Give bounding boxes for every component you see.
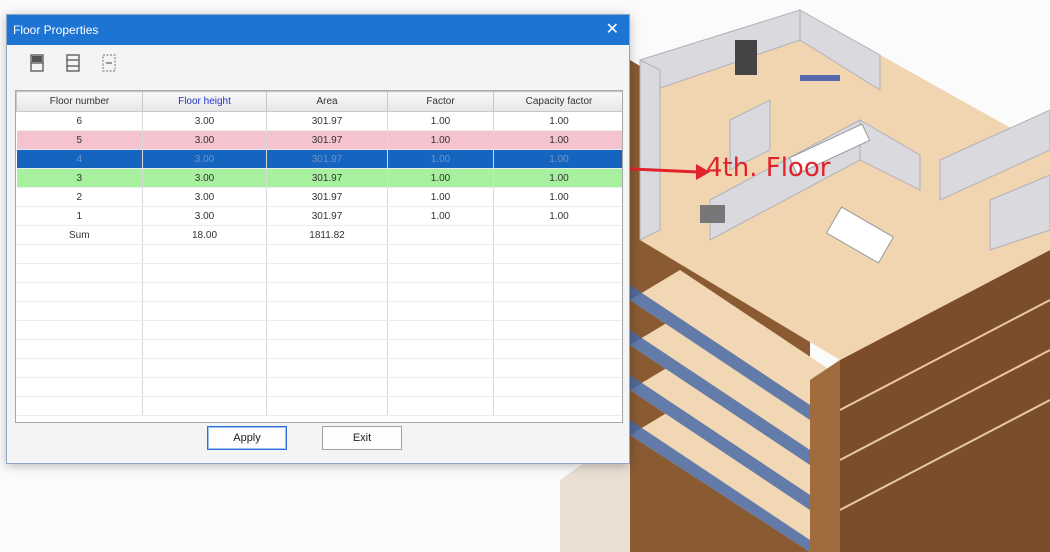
table-row-empty[interactable] <box>16 377 622 397</box>
table-row[interactable]: 3 3.00 301.97 1.00 1.00 <box>16 168 622 188</box>
cell-capacity[interactable]: 1.00 <box>493 168 622 188</box>
cell-floor[interactable]: 1 <box>16 206 143 226</box>
delete-floor-icon[interactable] <box>99 52 119 74</box>
cell-floor[interactable]: 5 <box>16 130 143 150</box>
insert-floor-above-icon[interactable] <box>27 52 47 74</box>
cell-floor[interactable]: 4 <box>16 149 143 169</box>
apply-button[interactable]: Apply <box>207 426 287 450</box>
cell-capacity[interactable]: 1.00 <box>493 149 622 169</box>
cell-area[interactable]: 301.97 <box>266 187 388 207</box>
cell-area[interactable]: 301.97 <box>266 111 388 131</box>
cell-sum-factor <box>387 225 494 245</box>
dialog-toolbar <box>7 45 629 81</box>
cell-capacity[interactable]: 1.00 <box>493 187 622 207</box>
floor-properties-dialog: Floor Properties ✕ Floor number Floor he… <box>6 14 630 464</box>
cell-factor[interactable]: 1.00 <box>387 149 494 169</box>
insert-floor-below-icon[interactable] <box>63 52 83 74</box>
cell-capacity[interactable]: 1.00 <box>493 130 622 150</box>
cell-height[interactable]: 3.00 <box>142 149 267 169</box>
dialog-title: Floor Properties <box>13 23 99 37</box>
table-row[interactable]: 1 3.00 301.97 1.00 1.00 <box>16 206 622 226</box>
cell-factor[interactable]: 1.00 <box>387 111 494 131</box>
cell-factor[interactable]: 1.00 <box>387 187 494 207</box>
cell-factor[interactable]: 1.00 <box>387 168 494 188</box>
column-header-capacity-factor[interactable]: Capacity factor <box>493 91 622 112</box>
cell-sum-area: 1811.82 <box>266 225 388 245</box>
dialog-title-bar: Floor Properties ✕ <box>7 15 629 45</box>
cell-area[interactable]: 301.97 <box>266 149 388 169</box>
column-header-factor[interactable]: Factor <box>387 91 494 112</box>
building-illustration <box>560 9 1050 552</box>
cell-floor[interactable]: 2 <box>16 187 143 207</box>
cell-capacity[interactable]: 1.00 <box>493 111 622 131</box>
column-header-floor-height[interactable]: Floor height <box>142 91 267 112</box>
close-icon[interactable]: ✕ <box>606 22 619 38</box>
cell-height[interactable]: 3.00 <box>142 168 267 188</box>
cell-factor[interactable]: 1.00 <box>387 130 494 150</box>
cell-sum-height: 18.00 <box>142 225 267 245</box>
table-row[interactable]: 6 3.00 301.97 1.00 1.00 <box>16 111 622 131</box>
table-row-empty[interactable] <box>16 301 622 321</box>
table-row-empty[interactable] <box>16 244 622 264</box>
cell-capacity[interactable]: 1.00 <box>493 206 622 226</box>
table-row-selected[interactable]: 4 3.00 301.97 1.00 1.00 <box>16 149 622 169</box>
table-row-sum: Sum 18.00 1811.82 <box>16 225 622 245</box>
floor-annotation-label: 4th. Floor <box>706 153 831 183</box>
table-row-empty[interactable] <box>16 358 622 378</box>
cell-factor[interactable]: 1.00 <box>387 206 494 226</box>
cell-height[interactable]: 3.00 <box>142 130 267 150</box>
column-header-area[interactable]: Area <box>266 91 388 112</box>
table-row-empty[interactable] <box>16 282 622 302</box>
cell-area[interactable]: 301.97 <box>266 130 388 150</box>
cell-height[interactable]: 3.00 <box>142 111 267 131</box>
cell-sum-capacity <box>493 225 622 245</box>
table-row-empty[interactable] <box>16 320 622 340</box>
cell-area[interactable]: 301.97 <box>266 206 388 226</box>
column-header-floor-number[interactable]: Floor number <box>16 91 143 112</box>
grid-header-row: Floor number Floor height Area Factor Ca… <box>16 91 622 112</box>
cell-floor[interactable]: 6 <box>16 111 143 131</box>
table-row[interactable]: 2 3.00 301.97 1.00 1.00 <box>16 187 622 207</box>
cell-area[interactable]: 301.97 <box>266 168 388 188</box>
cell-height[interactable]: 3.00 <box>142 187 267 207</box>
table-row-empty[interactable] <box>16 263 622 283</box>
floor-grid[interactable]: Floor number Floor height Area Factor Ca… <box>15 90 623 423</box>
cell-sum-label: Sum <box>16 225 143 245</box>
table-row-empty[interactable] <box>16 339 622 359</box>
exit-button[interactable]: Exit <box>322 426 402 450</box>
cell-height[interactable]: 3.00 <box>142 206 267 226</box>
cell-floor[interactable]: 3 <box>16 168 143 188</box>
table-row[interactable]: 5 3.00 301.97 1.00 1.00 <box>16 130 622 150</box>
table-row-empty[interactable] <box>16 396 622 416</box>
